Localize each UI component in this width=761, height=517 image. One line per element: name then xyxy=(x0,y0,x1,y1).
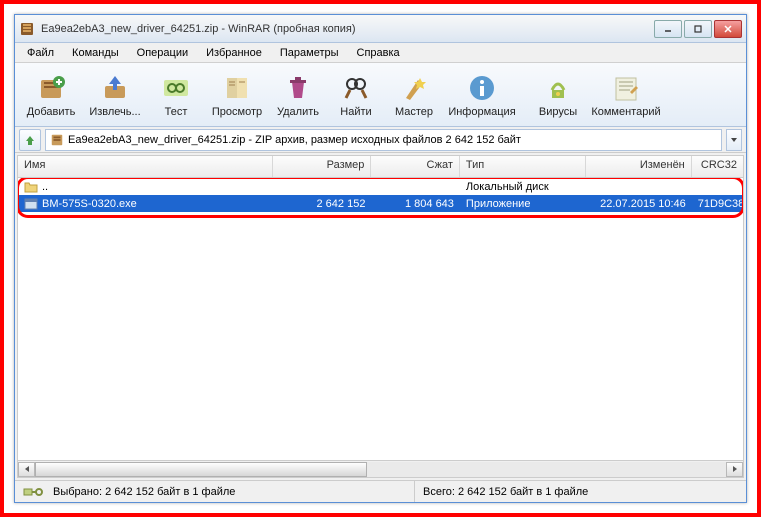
folder-up-icon xyxy=(24,180,38,194)
row-name: BM-575S-0320.exe xyxy=(42,198,137,210)
tool-comment-label: Комментарий xyxy=(591,106,660,118)
row-crc xyxy=(692,186,743,188)
app-icon xyxy=(19,21,35,37)
row-packed: 1 804 643 xyxy=(371,197,459,211)
file-list: Имя Размер Сжат Тип Изменён CRC32 .. Лок… xyxy=(17,155,744,478)
tool-add-label: Добавить xyxy=(27,106,76,118)
toolbar-separator xyxy=(521,71,529,119)
find-icon xyxy=(340,72,372,104)
column-headers: Имя Размер Сжат Тип Изменён CRC32 xyxy=(18,156,743,178)
address-field[interactable]: Ea9ea2ebA3_new_driver_64251.zip - ZIP ар… xyxy=(45,129,722,151)
tool-delete[interactable]: Удалить xyxy=(269,66,327,124)
tool-wizard[interactable]: Мастер xyxy=(385,66,443,124)
tool-test[interactable]: Тест xyxy=(147,66,205,124)
tool-extract-label: Извлечь... xyxy=(89,106,140,118)
scroll-right-button[interactable] xyxy=(726,462,743,477)
menu-operations[interactable]: Операции xyxy=(129,45,196,61)
test-icon xyxy=(160,72,192,104)
up-arrow-icon xyxy=(23,133,37,147)
window-buttons xyxy=(654,20,742,38)
horizontal-scrollbar[interactable] xyxy=(18,460,743,477)
add-icon xyxy=(35,72,67,104)
wizard-icon xyxy=(398,72,430,104)
extract-icon xyxy=(99,72,131,104)
delete-icon xyxy=(282,72,314,104)
tool-test-label: Тест xyxy=(165,106,188,118)
menu-file[interactable]: Файл xyxy=(19,45,62,61)
tool-virus-label: Вирусы xyxy=(539,106,577,118)
tool-comment[interactable]: Комментарий xyxy=(587,66,665,124)
row-type: Приложение xyxy=(460,197,586,211)
col-crc[interactable]: CRC32 xyxy=(692,156,743,177)
menubar: Файл Команды Операции Избранное Параметр… xyxy=(15,43,746,63)
col-packed[interactable]: Сжат xyxy=(371,156,459,177)
menu-commands[interactable]: Команды xyxy=(64,45,127,61)
minimize-button[interactable] xyxy=(654,20,682,38)
archive-icon xyxy=(50,133,64,147)
window-title: Ea9ea2ebA3_new_driver_64251.zip - WinRAR… xyxy=(41,23,654,35)
list-body[interactable]: .. Локальный диск BM-575S-0320.exe 2 642… xyxy=(18,178,743,460)
row-packed xyxy=(371,186,459,188)
tool-virus[interactable]: Вирусы xyxy=(529,66,587,124)
status-left: Выбрано: 2 642 152 байт в 1 файле xyxy=(15,481,415,502)
col-type[interactable]: Тип xyxy=(460,156,586,177)
statusbar: Выбрано: 2 642 152 байт в 1 файле Всего:… xyxy=(15,480,746,502)
col-modified[interactable]: Изменён xyxy=(586,156,692,177)
status-left-text: Выбрано: 2 642 152 байт в 1 файле xyxy=(53,486,235,498)
tool-wizard-label: Мастер xyxy=(395,106,433,118)
winrar-window: Ea9ea2ebA3_new_driver_64251.zip - WinRAR… xyxy=(14,14,747,503)
status-right: Всего: 2 642 152 байт в 1 файле xyxy=(415,481,746,502)
tool-delete-label: Удалить xyxy=(277,106,319,118)
tool-view[interactable]: Просмотр xyxy=(205,66,269,124)
menu-options[interactable]: Параметры xyxy=(272,45,347,61)
selection-icon xyxy=(23,485,47,499)
menu-help[interactable]: Справка xyxy=(349,45,408,61)
status-right-text: Всего: 2 642 152 байт в 1 файле xyxy=(423,486,588,498)
tool-extract[interactable]: Извлечь... xyxy=(83,66,147,124)
maximize-button[interactable] xyxy=(684,20,712,38)
col-size[interactable]: Размер xyxy=(273,156,371,177)
tool-view-label: Просмотр xyxy=(212,106,262,118)
comment-icon xyxy=(610,72,642,104)
scroll-thumb[interactable] xyxy=(35,462,367,477)
titlebar[interactable]: Ea9ea2ebA3_new_driver_64251.zip - WinRAR… xyxy=(15,15,746,43)
row-size xyxy=(273,186,371,188)
row-type: Локальный диск xyxy=(460,180,586,194)
scroll-track[interactable] xyxy=(35,462,726,477)
tool-find[interactable]: Найти xyxy=(327,66,385,124)
exe-icon xyxy=(24,197,38,211)
row-crc: 71D9C38 xyxy=(692,197,743,211)
menu-favorites[interactable]: Избранное xyxy=(198,45,270,61)
row-modified: 22.07.2015 10:46 xyxy=(586,197,692,211)
toolbar: Добавить Извлечь... Тест Просмотр Удалит… xyxy=(15,63,746,127)
row-modified xyxy=(586,186,692,188)
view-icon xyxy=(221,72,253,104)
tool-info[interactable]: Информация xyxy=(443,66,521,124)
tool-info-label: Информация xyxy=(448,106,515,118)
list-row-parent[interactable]: .. Локальный диск xyxy=(18,178,743,195)
up-button[interactable] xyxy=(19,129,41,151)
address-bar: Ea9ea2ebA3_new_driver_64251.zip - ZIP ар… xyxy=(15,127,746,153)
address-text: Ea9ea2ebA3_new_driver_64251.zip - ZIP ар… xyxy=(68,134,521,146)
address-dropdown[interactable] xyxy=(726,129,742,151)
chevron-down-icon xyxy=(730,136,738,144)
close-button[interactable] xyxy=(714,20,742,38)
row-name: .. xyxy=(42,181,48,193)
scroll-left-button[interactable] xyxy=(18,462,35,477)
info-icon xyxy=(466,72,498,104)
row-size: 2 642 152 xyxy=(273,197,371,211)
list-row-file[interactable]: BM-575S-0320.exe 2 642 152 1 804 643 При… xyxy=(18,195,743,212)
virus-icon xyxy=(542,72,574,104)
annotation-border: Ea9ea2ebA3_new_driver_64251.zip - WinRAR… xyxy=(0,0,761,517)
col-name[interactable]: Имя xyxy=(18,156,273,177)
tool-add[interactable]: Добавить xyxy=(19,66,83,124)
tool-find-label: Найти xyxy=(340,106,371,118)
